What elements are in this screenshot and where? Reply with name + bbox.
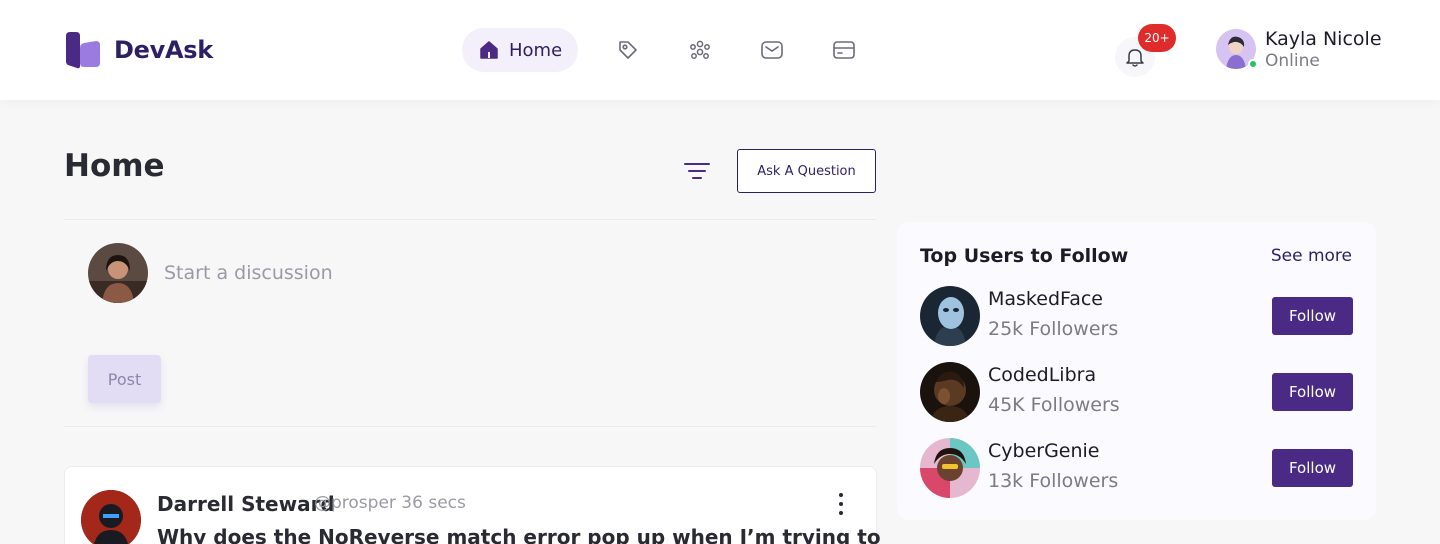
composer-avatar (88, 243, 148, 303)
user-name: Kayla Nicole (1265, 28, 1382, 50)
more-vertical-icon (839, 493, 843, 497)
avatar (1216, 29, 1258, 69)
discussion-input[interactable]: Start a discussion (164, 262, 333, 284)
top-users-panel: Top Users to Follow See more MaskedFace … (897, 222, 1376, 520)
nav-item-home-label: Home (509, 39, 563, 61)
main-nav: Home (462, 28, 866, 72)
follow-button[interactable]: Follow (1272, 449, 1353, 487)
user-status: Online (1265, 51, 1320, 71)
user-avatar[interactable] (920, 438, 980, 498)
filter-icon (684, 163, 710, 179)
user-avatar[interactable] (920, 362, 980, 422)
list-item: CyberGenie 13k Followers Follow (920, 438, 1353, 498)
follower-count: 25k Followers (988, 318, 1119, 340)
user-profile-menu[interactable]: Kayla Nicole Online (1216, 27, 1382, 71)
brand-logo[interactable]: DevAsk (62, 30, 213, 70)
notification-badge: 20+ (1138, 24, 1176, 52)
nav-item-messages[interactable] (750, 28, 794, 72)
user-name[interactable]: MaskedFace (988, 288, 1103, 310)
list-item: CodedLibra 45K Followers Follow (920, 362, 1353, 422)
divider (64, 219, 876, 220)
nav-item-payments[interactable] (822, 28, 866, 72)
author-name[interactable]: Darrell Steward (157, 492, 335, 516)
post-meta: @prosper 36 secs (314, 493, 466, 513)
author-avatar (81, 490, 141, 544)
community-icon (690, 40, 711, 59)
follower-count: 13k Followers (988, 470, 1119, 492)
panel-title: Top Users to Follow (920, 245, 1129, 267)
filter-button[interactable] (682, 158, 712, 184)
ask-question-button[interactable]: Ask A Question (737, 149, 876, 193)
home-icon (480, 41, 498, 59)
user-name[interactable]: CyberGenie (988, 440, 1100, 462)
nav-item-home[interactable]: Home (462, 28, 579, 72)
card-icon (833, 41, 855, 59)
follow-button[interactable]: Follow (1272, 297, 1353, 335)
follow-button[interactable]: Follow (1272, 373, 1353, 411)
tag-icon (619, 41, 637, 59)
list-item: MaskedFace 25k Followers Follow (920, 286, 1353, 346)
follower-count: 45K Followers (988, 394, 1120, 416)
bell-icon (1126, 49, 1144, 67)
mail-icon (761, 41, 783, 59)
post-button[interactable]: Post (88, 355, 161, 403)
online-status-dot (1248, 59, 1258, 69)
user-avatar[interactable] (920, 286, 980, 346)
devask-logo-icon (66, 32, 100, 69)
top-navbar: DevAsk Home 20+ Kayla Nicole Online (0, 0, 1440, 100)
nav-item-community[interactable] (678, 28, 722, 72)
more-options-button[interactable] (835, 493, 847, 515)
page-title: Home (64, 148, 165, 184)
divider (64, 426, 876, 427)
brand-name: DevAsk (114, 36, 213, 64)
question-title[interactable]: Why does the NoReverse match error pop u… (157, 525, 881, 544)
nav-item-tags[interactable] (606, 28, 650, 72)
see-more-link[interactable]: See more (1271, 246, 1352, 266)
question-card[interactable]: Darrell Steward @prosper 36 secs Why doe… (64, 466, 881, 544)
user-name[interactable]: CodedLibra (988, 364, 1096, 386)
